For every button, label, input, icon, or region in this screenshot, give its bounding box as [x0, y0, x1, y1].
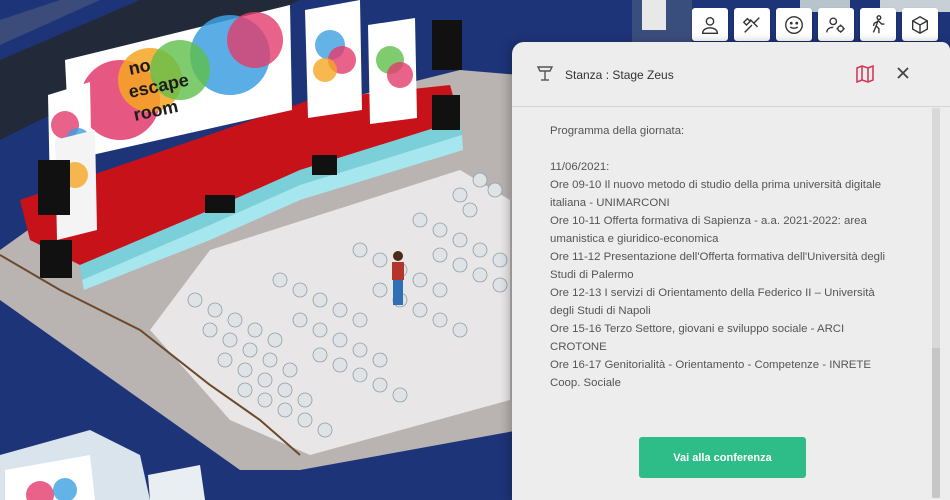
schedule-entry: Ore 12-13 I servizi di Orientamento dell… [550, 287, 875, 317]
user-settings-icon [826, 16, 845, 33]
schedule-entry: Ore 11-12 Presentazione dell'Offerta for… [550, 251, 886, 281]
walking-person-icon [872, 14, 885, 33]
panel-header: Stanza : Stage Zeus [512, 42, 950, 107]
schedule-intro: Programma della giornata: [550, 125, 685, 137]
scroll-thumb[interactable] [932, 108, 940, 348]
schedule-entry: Ore 15-16 Terzo Settore, giovani e svilu… [550, 323, 845, 353]
3d-view-button[interactable] [902, 8, 938, 41]
schedule-date: 11/06/2021: [550, 161, 610, 173]
top-toolbar [692, 8, 944, 41]
lectern-icon [535, 64, 555, 82]
emoji-button[interactable] [776, 8, 812, 41]
map-icon[interactable] [855, 64, 875, 84]
room-info-panel: Stanza : Stage Zeus Programma della gior… [512, 42, 950, 500]
schedule-text: Programma della giornata: 11/06/2021: Or… [550, 122, 895, 392]
smiley-icon [785, 15, 803, 34]
user-settings-button[interactable] [818, 8, 854, 41]
room-title: Stanza : Stage Zeus [565, 68, 674, 82]
schedule-entry: Ore 10-11 Offerta formativa di Sapienza … [550, 215, 867, 245]
schedule-entry: Ore 16-17 Genitorialità - Orientamento -… [550, 359, 871, 389]
schedule-entry: Ore 09-10 Il nuovo metodo di studio dell… [550, 179, 882, 209]
wrench-tools-icon [742, 16, 760, 33]
panel-scrollbar[interactable] [932, 108, 940, 498]
tools-button[interactable] [734, 8, 770, 41]
user-icon [701, 16, 719, 34]
close-icon[interactable] [895, 65, 911, 81]
cube-icon [911, 15, 929, 34]
profile-button[interactable] [692, 8, 728, 41]
walk-mode-button[interactable] [860, 8, 896, 41]
join-conference-button[interactable]: Vai alla conferenza [639, 437, 806, 478]
